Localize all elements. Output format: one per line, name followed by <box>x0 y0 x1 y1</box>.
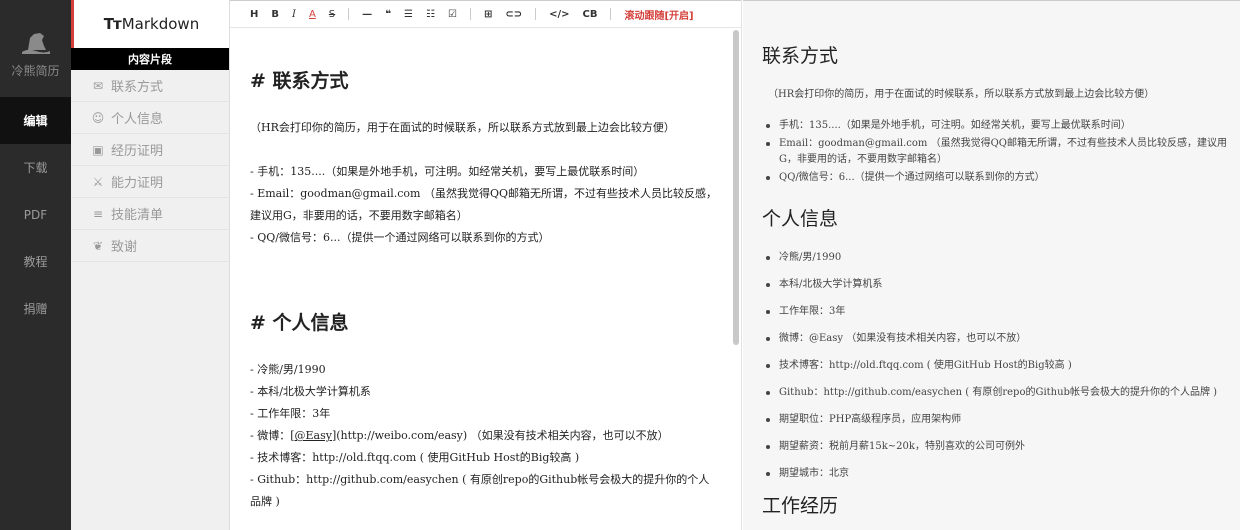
snippet-thanks[interactable]: ❦ 致谢 <box>71 230 229 262</box>
list-item: Github：http://github.com/easychen ( 有原创r… <box>762 385 1240 401</box>
list-item: 冷熊/男/1990 <box>762 250 1240 266</box>
code-button[interactable]: </> <box>549 9 569 20</box>
snippet-skills[interactable]: ≡ 技能清单 <box>71 198 229 230</box>
editor-line: - 手机：135....（如果是外地手机，可注明。如经常关机，要写上最优联系时间… <box>250 165 645 178</box>
brand-text: Markdown <box>121 15 200 33</box>
snippet-personal-info[interactable]: ☺ 个人信息 <box>71 102 229 134</box>
table-button[interactable]: ⊞ <box>484 9 492 20</box>
resume-preview: 联系方式 （HR会打印你的简历，用于在面试的时候联系，所以联系方式放到最上边会比… <box>743 0 1240 530</box>
nav-item-download[interactable]: 下载 <box>0 144 71 191</box>
editor-line-weibo: - 微博：[@Easy](http://weibo.com/easy) （如果没… <box>250 425 720 447</box>
bold-button[interactable]: B <box>271 9 279 20</box>
list-item: Email：goodman@gmail.com （虽然我觉得QQ邮箱无所谓，不过… <box>762 136 1240 168</box>
list-item: QQ/微信号：6...（提供一个通过网络可以联系到你的方式） <box>762 170 1240 186</box>
unordered-list-button[interactable]: ☰ <box>404 9 413 20</box>
preview-contact-list: 手机：135....（如果是外地手机，可注明。如经常关机，要写上最优联系时间） … <box>762 118 1240 186</box>
editor-line: （HR会打印你的简历，用于在面试的时候联系，所以联系方式放到最上边会比较方便） <box>250 121 675 134</box>
toolbar-divider <box>348 8 350 20</box>
editor-line: - Email：goodman@gmail.com （虽然我觉得QQ邮箱无所谓，… <box>250 187 717 222</box>
snippet-label: 经历证明 <box>111 144 164 159</box>
app-name: 冷熊简历 <box>11 64 60 78</box>
app-logo[interactable]: 冷熊简历 <box>0 0 71 97</box>
list-item: 期望职位：PHP高级程序员，应用架构师 <box>762 412 1240 428</box>
editor-heading-contact: # 联系方式 <box>250 70 349 92</box>
list-item: 期望城市：北京 <box>762 466 1240 482</box>
quote-button[interactable]: ❝ <box>385 9 391 20</box>
italic-button[interactable]: I <box>292 9 296 20</box>
scroll-sync-toggle[interactable]: 滚动跟随[开启] <box>624 7 693 22</box>
snippet-abilities[interactable]: ⚔ 能力证明 <box>71 166 229 198</box>
list-item: 微博：@Easy （如果没有技术相关内容，也可以不放） <box>762 331 1240 347</box>
nav-item-pdf[interactable]: PDF <box>0 191 71 238</box>
snippet-label: 技能清单 <box>111 208 164 223</box>
main-nav: 冷熊简历 编辑 下载 PDF 教程 捐赠 <box>0 0 71 530</box>
badge-icon: ⚔ <box>92 174 104 189</box>
snippet-label: 联系方式 <box>111 80 164 95</box>
weibo-prefix: - 微博：[ <box>250 429 295 442</box>
editor-line: - Github：http://github.com/easychen ( 有原… <box>250 473 710 508</box>
heart-hands-icon: ❦ <box>92 238 104 253</box>
snippet-contact[interactable]: ✉ 联系方式 <box>71 70 229 102</box>
list-icon: ≡ <box>92 206 104 221</box>
snippet-label: 能力证明 <box>111 176 164 191</box>
hr-button[interactable]: — <box>362 9 372 20</box>
snippet-sidebar: Tт Markdown 内容片段 ✉ 联系方式 ☺ 个人信息 ▣ 经历证明 ⚔ 能… <box>71 0 230 530</box>
editor-scrollbar[interactable] <box>733 30 739 345</box>
preview-heading-contact: 联系方式 <box>762 45 839 67</box>
checklist-button[interactable]: ☑ <box>448 9 457 20</box>
brand-prefix: Tт <box>103 15 122 33</box>
heading-button[interactable]: H <box>250 9 258 20</box>
editor-line: - 工作年限：3年 <box>250 407 331 420</box>
strikethrough-button[interactable]: S <box>329 9 335 20</box>
editor-textarea[interactable]: # 联系方式 （HR会打印你的简历，用于在面试的时候联系，所以联系方式放到最上边… <box>250 36 720 513</box>
code-block-button[interactable]: CB <box>583 9 598 20</box>
editor-line: - QQ/微信号：6...（提供一个通过网络可以联系到你的方式） <box>250 231 550 244</box>
list-item: 技术博客：http://old.ftqq.com ( 使用GitHub Host… <box>762 358 1240 374</box>
editor-line: - 技术博客：http://old.ftqq.com ( 使用GitHub Ho… <box>250 451 580 464</box>
list-item: 期望薪资：税前月薪15k~20k，特别喜欢的公司可例外 <box>762 439 1240 455</box>
snippet-label: 致谢 <box>111 240 138 255</box>
preview-info-list: 冷熊/男/1990 本科/北极大学计算机系 工作年限：3年 微博：@Easy （… <box>762 250 1240 482</box>
snippet-experience[interactable]: ▣ 经历证明 <box>71 134 229 166</box>
preview-note: （HR会打印你的简历，用于在面试的时候联系，所以联系方式放到最上边会比较方便） <box>768 89 1155 100</box>
nav-item-edit[interactable]: 编辑 <box>0 97 71 144</box>
briefcase-icon: ▣ <box>92 142 104 157</box>
preview-heading-work: 工作经历 <box>762 495 839 517</box>
smile-icon: ☺ <box>91 110 105 125</box>
editor-line: - 冷熊/男/1990 <box>250 363 326 376</box>
editor-toolbar: H B I A S — ❝ ☰ ☷ ☑ ⊞ ⊂⊃ </> CB 滚动跟随[开启] <box>230 0 741 28</box>
editor-line: - 本科/北极大学计算机系 <box>250 385 371 398</box>
snippet-section-title: 内容片段 <box>71 48 229 70</box>
list-item: 本科/北极大学计算机系 <box>762 277 1240 293</box>
snippet-label: 个人信息 <box>111 112 164 127</box>
text-color-button[interactable]: A <box>309 9 316 20</box>
editor-heading-info: # 个人信息 <box>250 312 349 334</box>
toolbar-divider <box>469 8 471 20</box>
nav-item-donate[interactable]: 捐赠 <box>0 285 71 332</box>
link-button[interactable]: ⊂⊃ <box>505 9 522 20</box>
bear-logo-icon <box>21 33 50 54</box>
list-item: 手机：135....（如果是外地手机，可注明。如经常关机，要写上最优联系时间） <box>762 118 1240 134</box>
nav-item-tutorial[interactable]: 教程 <box>0 238 71 285</box>
toolbar-divider <box>535 8 537 20</box>
weibo-suffix: ](http://weibo.com/easy) （如果没有技术相关内容，也可以… <box>331 429 669 442</box>
markdown-brand: Tт Markdown <box>71 0 229 48</box>
toolbar-divider <box>610 8 612 20</box>
markdown-editor: H B I A S — ❝ ☰ ☷ ☑ ⊞ ⊂⊃ </> CB 滚动跟随[开启]… <box>230 0 742 530</box>
weibo-link: @Easy <box>294 429 332 442</box>
ordered-list-button[interactable]: ☷ <box>426 9 435 20</box>
preview-heading-info: 个人信息 <box>762 208 839 230</box>
envelope-icon: ✉ <box>92 78 104 93</box>
list-item: 工作年限：3年 <box>762 304 1240 320</box>
